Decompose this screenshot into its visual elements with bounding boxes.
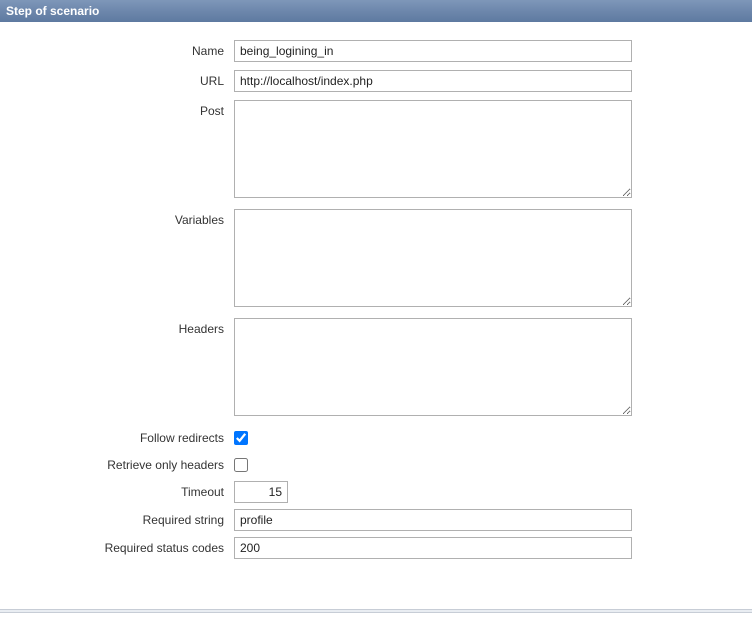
post-label: Post [10, 100, 234, 118]
post-textarea[interactable] [234, 100, 632, 198]
variables-label: Variables [10, 209, 234, 227]
follow-redirects-label: Follow redirects [10, 427, 234, 445]
timeout-input[interactable] [234, 481, 288, 503]
name-input[interactable] [234, 40, 632, 62]
url-input[interactable] [234, 70, 632, 92]
url-label: URL [10, 70, 234, 88]
panel-title: Step of scenario [6, 4, 99, 18]
name-label: Name [10, 40, 234, 58]
headers-textarea[interactable] [234, 318, 632, 416]
required-string-input[interactable] [234, 509, 632, 531]
step-of-scenario-panel: Step of scenario Name URL Post Variables [0, 0, 752, 619]
retrieve-only-headers-label: Retrieve only headers [10, 454, 234, 472]
required-status-label: Required status codes [10, 537, 234, 555]
footer-rule [0, 609, 752, 613]
required-string-label: Required string [10, 509, 234, 527]
timeout-label: Timeout [10, 481, 234, 499]
form-area: Name URL Post Variables Headers [0, 22, 752, 573]
follow-redirects-checkbox[interactable] [234, 431, 248, 445]
headers-label: Headers [10, 318, 234, 336]
variables-textarea[interactable] [234, 209, 632, 307]
panel-header: Step of scenario [0, 0, 752, 22]
required-status-input[interactable] [234, 537, 632, 559]
retrieve-only-headers-checkbox[interactable] [234, 458, 248, 472]
